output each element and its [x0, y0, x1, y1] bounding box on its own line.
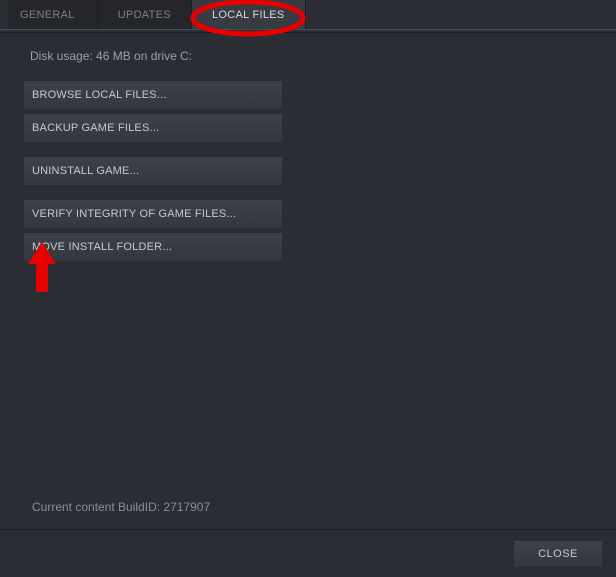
verify-integrity-button[interactable]: VERIFY INTEGRITY OF GAME FILES... — [24, 200, 282, 228]
build-id-label: Current content BuildID: 2717907 — [32, 500, 210, 514]
move-install-folder-button[interactable]: MOVE INSTALL FOLDER... — [24, 233, 282, 261]
browse-local-files-button[interactable]: BROWSE LOCAL FILES... — [24, 81, 282, 109]
uninstall-game-button[interactable]: UNINSTALL GAME... — [24, 157, 282, 185]
spacer — [24, 147, 282, 152]
action-button-list: BROWSE LOCAL FILES... BACKUP GAME FILES.… — [24, 81, 282, 261]
disk-usage-label: Disk usage: 46 MB on drive C: — [24, 33, 592, 81]
tab-general[interactable]: GENERAL — [8, 0, 98, 29]
tab-local-files[interactable]: LOCAL FILES — [192, 0, 306, 29]
tab-updates[interactable]: UPDATES — [98, 0, 192, 29]
content-panel: Disk usage: 46 MB on drive C: BROWSE LOC… — [0, 33, 616, 261]
footer: CLOSE — [0, 529, 616, 577]
backup-game-files-button[interactable]: BACKUP GAME FILES... — [24, 114, 282, 142]
spacer — [24, 190, 282, 195]
close-button[interactable]: CLOSE — [514, 541, 602, 567]
tab-bar: GENERAL UPDATES LOCAL FILES — [0, 0, 616, 30]
